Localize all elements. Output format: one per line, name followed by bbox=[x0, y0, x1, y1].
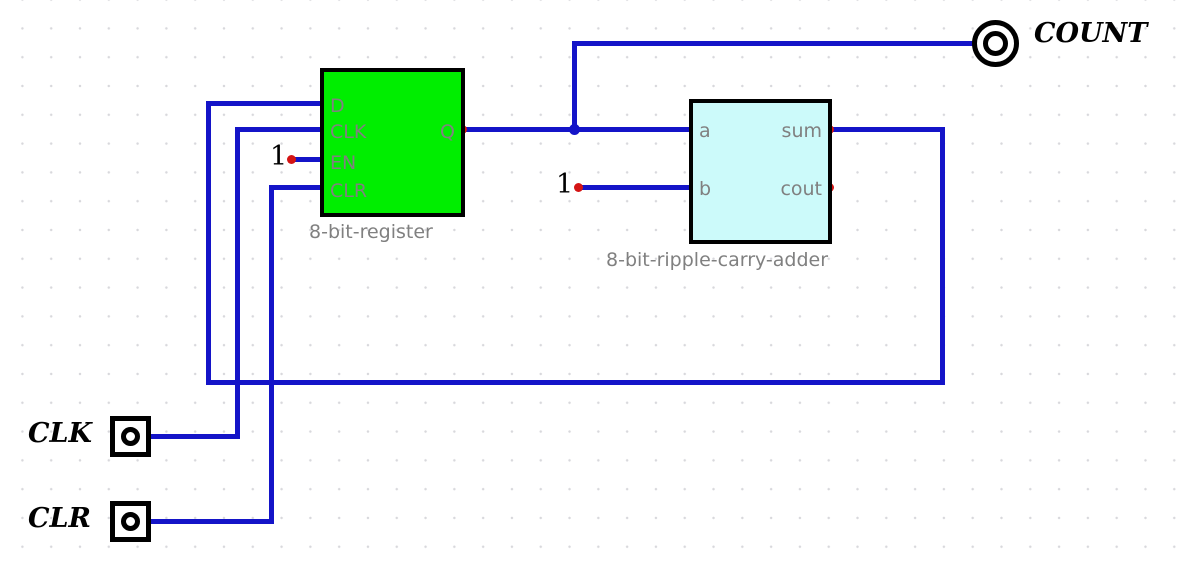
block-label-register: 8-bit-register bbox=[309, 221, 433, 243]
wire-clr-into-pin[interactable] bbox=[269, 185, 323, 190]
pin-label-sum: sum bbox=[781, 120, 822, 142]
output-port-label-count: COUNT bbox=[1034, 18, 1148, 49]
pin-dot-const-en bbox=[287, 155, 296, 164]
pin-label-b: b bbox=[699, 178, 712, 200]
wire-sum-out[interactable] bbox=[829, 127, 945, 132]
schematic-canvas[interactable]: D CLK EN CLR Q 8-bit-register a b sum co… bbox=[0, 0, 1188, 574]
pin-label-q: Q bbox=[440, 121, 455, 143]
wire-feedback-up[interactable] bbox=[206, 101, 211, 385]
output-port-count[interactable] bbox=[972, 20, 1019, 67]
wire-count-riser[interactable] bbox=[572, 41, 577, 130]
wire-clk-riser[interactable] bbox=[235, 127, 240, 439]
pin-label-clr: CLR bbox=[330, 180, 368, 202]
pin-label-en: EN bbox=[330, 152, 357, 174]
constant-source-b[interactable]: 1 bbox=[556, 169, 573, 200]
block-label-adder: 8-bit-ripple-carry-adder bbox=[606, 249, 829, 271]
input-port-clr[interactable] bbox=[110, 501, 151, 542]
wire-to-count-port[interactable] bbox=[572, 41, 980, 46]
wire-const-to-b[interactable] bbox=[578, 185, 692, 190]
pin-dot-const-b bbox=[574, 183, 583, 192]
constant-source-en[interactable]: 1 bbox=[270, 141, 287, 172]
wire-clr-from-port[interactable] bbox=[148, 519, 272, 524]
wire-clk-from-port[interactable] bbox=[148, 434, 240, 439]
wire-junction-dot bbox=[569, 124, 580, 135]
wire-clr-riser[interactable] bbox=[269, 185, 274, 524]
input-port-clk[interactable] bbox=[110, 416, 151, 457]
wire-feedback-down[interactable] bbox=[940, 127, 945, 385]
pin-label-a: a bbox=[699, 120, 711, 142]
input-port-label-clk: CLK bbox=[28, 418, 92, 449]
block-8-bit-ripple-carry-adder[interactable]: a b sum cout bbox=[689, 99, 832, 244]
output-port-inner-ring-icon bbox=[983, 31, 1008, 56]
block-8-bit-register[interactable]: D CLK EN CLR Q bbox=[320, 68, 465, 217]
input-port-circle-icon bbox=[121, 512, 140, 531]
input-port-label-clr: CLR bbox=[28, 503, 91, 534]
pin-label-clk: CLK bbox=[330, 121, 367, 143]
pin-label-cout: cout bbox=[780, 178, 822, 200]
wire-feedback-bus[interactable] bbox=[206, 380, 945, 385]
pin-label-d: D bbox=[330, 95, 345, 117]
wire-clk-into-pin[interactable] bbox=[235, 127, 323, 132]
wire-into-d[interactable] bbox=[206, 101, 323, 106]
input-port-circle-icon bbox=[121, 427, 140, 446]
